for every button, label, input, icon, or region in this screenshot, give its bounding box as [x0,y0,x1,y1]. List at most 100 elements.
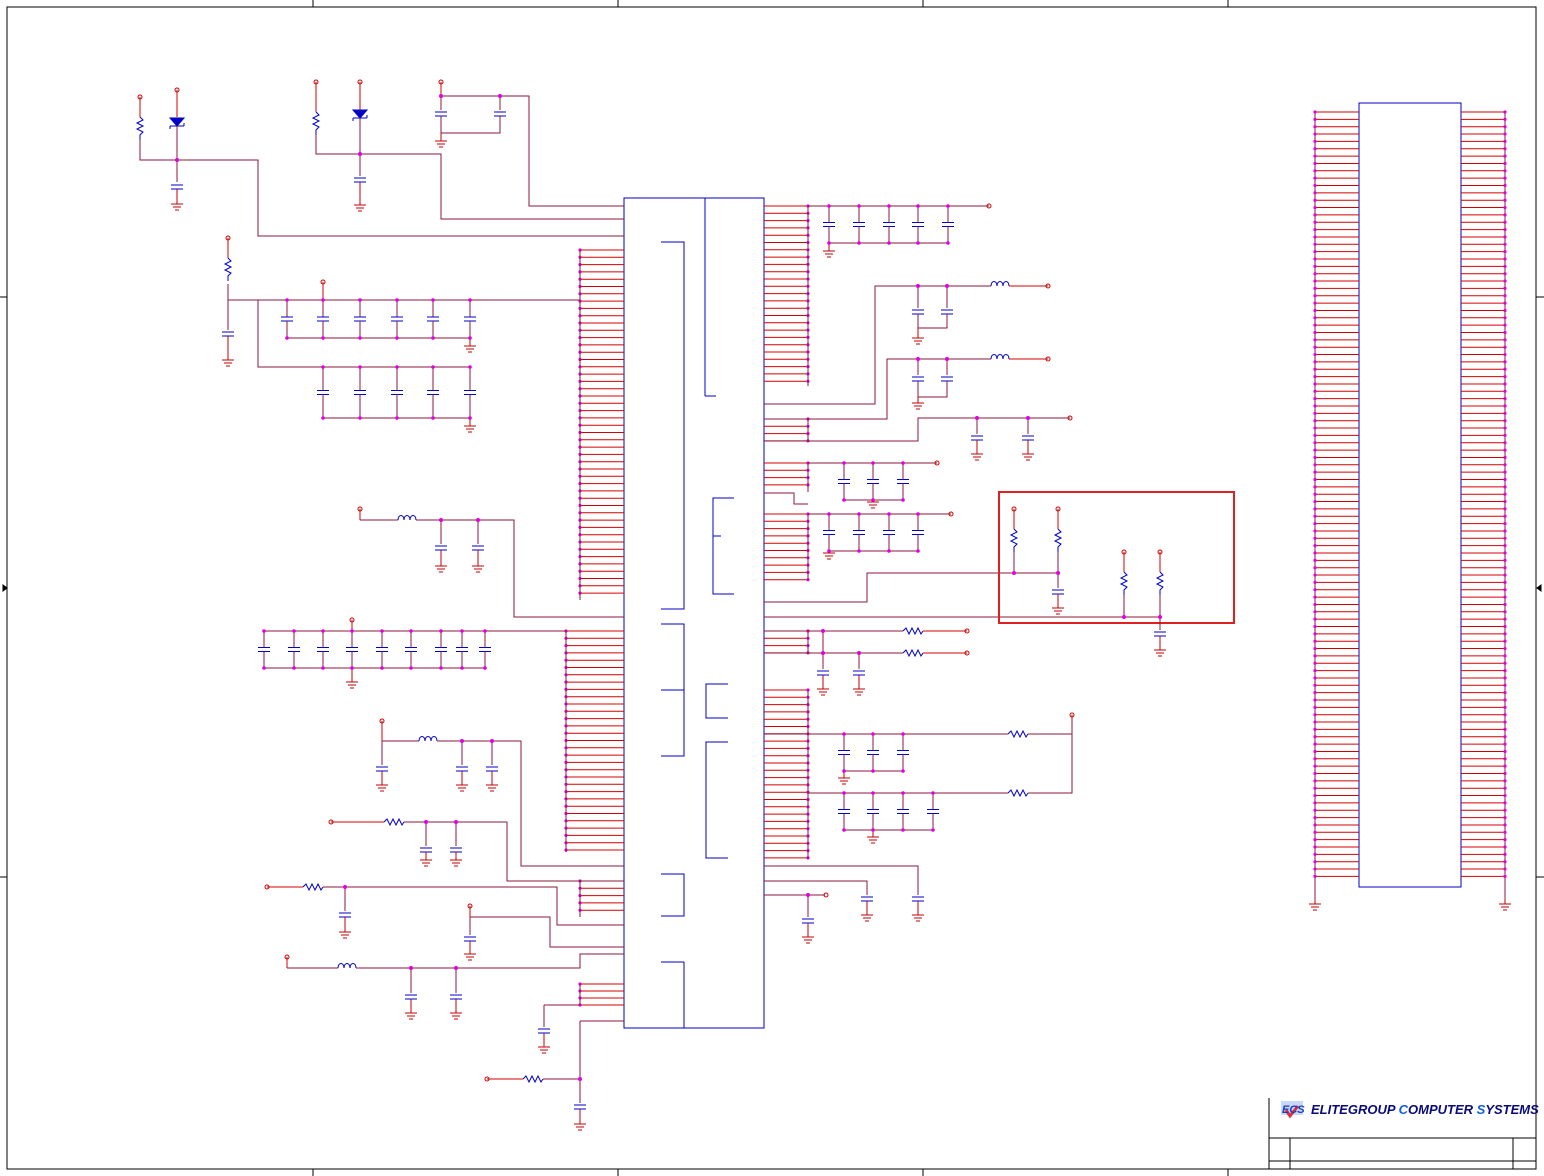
pin-node [1503,198,1507,202]
pin-node [1313,830,1317,834]
pin-node [1313,375,1317,379]
pin-node [1503,272,1507,276]
cap-node [431,298,435,302]
pin-node [1313,654,1317,658]
pin-node [1313,264,1317,268]
pin-node [1313,573,1317,577]
pin-node [1503,588,1507,592]
cap-node [285,298,289,302]
cap-node [887,549,891,553]
pin-node [1503,117,1507,121]
cap-node [871,828,875,832]
right-decoupling [764,203,1160,944]
pin-node [1503,676,1507,680]
pin-node [1503,161,1507,166]
cap-node [358,416,362,420]
cap-node [887,241,891,245]
pin-node [1313,566,1317,570]
cap-node [946,204,950,208]
filter-section-1 [357,506,624,618]
decoupling-cap-bank-2 [264,617,566,689]
cap-node [321,629,325,633]
pin-node [1313,455,1317,460]
pin-node [1313,779,1317,783]
ic-right-pins [764,204,810,860]
pin-node [1503,404,1507,408]
pin-node [1313,154,1317,158]
pin-node [1503,169,1507,173]
pin-node [1503,838,1507,842]
pin-node [1313,397,1317,401]
pin-node [1503,367,1507,371]
pin-node [1503,286,1507,290]
company-name-part: S [1477,1102,1486,1117]
pin-node [1503,683,1507,687]
cap-node [916,204,920,208]
cap-node [901,791,905,795]
pin-node [1503,382,1507,386]
pin-node [1503,433,1507,437]
cap-node [439,629,443,633]
pin-node [1313,463,1317,467]
pin-node [1313,470,1317,474]
cap-node [857,512,861,516]
pin-node [1503,654,1507,658]
cap-node [460,629,464,633]
pin-node [1313,499,1317,504]
pin-node [1503,742,1507,746]
pin-node [1503,257,1507,261]
pin-node [1313,191,1317,195]
pin-node [1313,522,1317,526]
cap-node [842,461,846,465]
pin-node [1503,448,1507,452]
pin-node [1313,220,1317,224]
pin-node [1313,139,1317,143]
cap-node [358,336,362,340]
pin-node [1313,367,1317,371]
cap-node [431,416,435,420]
pin-node [1313,536,1317,540]
cap-node [483,666,487,670]
pin-node [1313,786,1317,790]
pin-node [1503,691,1507,695]
pin-node [1313,551,1317,555]
pin-node [1313,360,1317,364]
pin-node [1503,250,1507,254]
cap-node [292,666,296,670]
pin-node [1503,624,1507,629]
cap-node [439,666,443,670]
cap-node [321,416,325,420]
pin-node [1313,529,1317,533]
pin-node [1503,639,1507,643]
pin-node [1313,602,1317,607]
pin-node [1503,845,1507,849]
pin-node [1313,242,1317,246]
pin-node [1503,522,1507,526]
pin-node [1503,816,1507,820]
company-name-part: OMPUTER [1408,1102,1477,1117]
pin-node [1313,742,1317,746]
pin-node [1503,757,1507,761]
pin-node [1503,389,1507,393]
company-name: ELITEGROUP COMPUTER SYSTEMS [1311,1102,1539,1117]
pin-node [1313,272,1317,276]
pin-node [1503,191,1507,195]
cap-node [468,416,472,420]
pin-node [1313,624,1317,629]
pin-node [1503,646,1507,651]
pin-node [1313,646,1317,651]
pin-node [1313,852,1317,856]
pin-node [1313,250,1317,254]
pin-node [1503,749,1507,754]
pin-node [1313,676,1317,680]
sheet-border [6,6,1537,1170]
pin-node [1503,544,1507,548]
cap-node [262,666,266,670]
pin-node [1503,551,1507,555]
pin-node [1503,874,1507,879]
ecs-logo-text: ECS [1282,1104,1305,1116]
cap-node [358,298,362,302]
pin-node [1313,808,1317,812]
pin-node [1313,301,1317,305]
cap-node [871,791,875,795]
